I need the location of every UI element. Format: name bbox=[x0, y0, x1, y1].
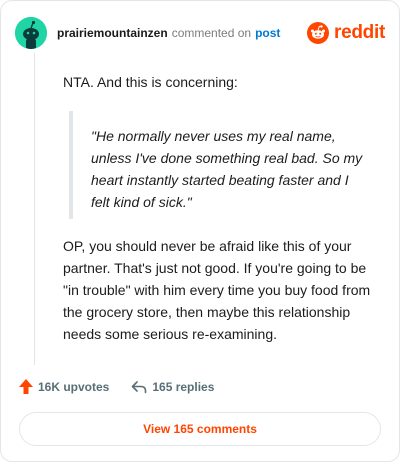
upvote-arrow-icon bbox=[19, 379, 33, 394]
reply-button[interactable]: 165 replies bbox=[131, 380, 214, 394]
comment-card: prairiemountainzen commented on post red… bbox=[0, 0, 400, 462]
reddit-wordmark: reddit bbox=[334, 22, 385, 43]
reddit-logo[interactable]: reddit bbox=[307, 22, 385, 44]
comment-body: NTA. And this is concerning: "He normall… bbox=[63, 71, 371, 345]
post-link[interactable]: post bbox=[255, 26, 280, 40]
comment-intro: NTA. And this is concerning: bbox=[63, 74, 238, 90]
comment-quote: "He normally never uses my real name, un… bbox=[69, 111, 371, 219]
comment-meta: prairiemountainzen commented on post bbox=[57, 26, 280, 40]
reply-count: 165 replies bbox=[152, 379, 215, 394]
comment-actions: 16K upvotes 165 replies bbox=[19, 379, 214, 394]
snoo-avatar-icon[interactable] bbox=[15, 17, 47, 49]
upvote-button[interactable]: 16K upvotes bbox=[19, 379, 109, 394]
reddit-logo-icon bbox=[307, 22, 330, 44]
reply-arrow-icon bbox=[132, 380, 147, 393]
view-comments-button[interactable]: View 165 comments bbox=[19, 412, 381, 446]
upvote-count: 16K upvotes bbox=[38, 379, 110, 394]
thread-line bbox=[34, 53, 35, 365]
username-link[interactable]: prairiemountainzen bbox=[57, 26, 168, 40]
comment-header: prairiemountainzen commented on post red… bbox=[15, 17, 385, 49]
comment-paragraph: OP, you should never be afraid like this… bbox=[63, 238, 371, 342]
commented-on-label: commented on bbox=[171, 26, 252, 40]
